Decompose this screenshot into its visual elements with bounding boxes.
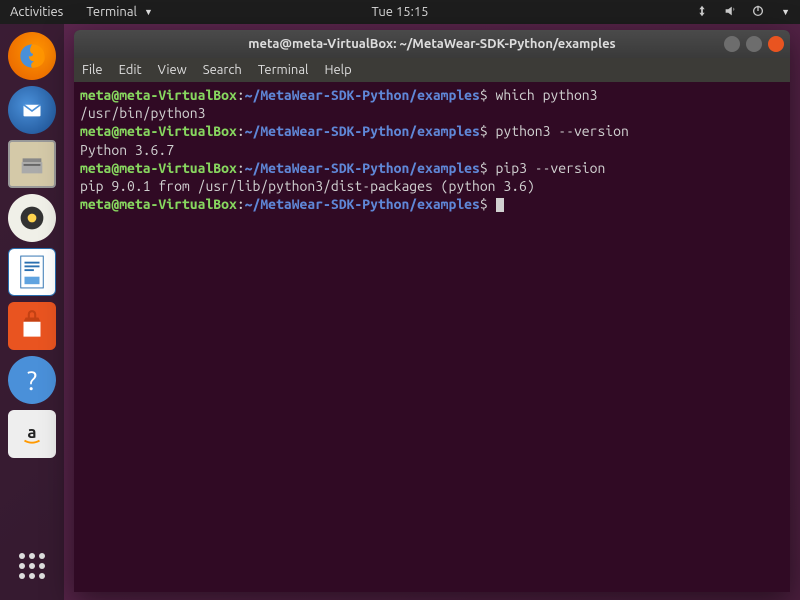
close-button[interactable]: [768, 36, 784, 52]
system-tray: ▼: [695, 4, 790, 21]
cmd-line: [488, 196, 496, 212]
maximize-button[interactable]: [746, 36, 762, 52]
activities-button[interactable]: Activities: [10, 5, 63, 19]
menubar: File Edit View Search Terminal Help: [74, 58, 790, 82]
menu-search[interactable]: Search: [203, 63, 242, 77]
menu-help[interactable]: Help: [324, 63, 351, 77]
dock-files[interactable]: [8, 140, 56, 188]
gnome-top-bar: Activities Terminal ▼ Tue 15:15 ▼: [0, 0, 800, 24]
chevron-down-icon: ▼: [144, 7, 153, 17]
cmd-line: python3 --version: [488, 123, 629, 139]
menu-edit[interactable]: Edit: [119, 63, 142, 77]
cursor: [496, 198, 504, 212]
output-line: /usr/bin/python3: [80, 105, 205, 121]
terminal-window: meta@meta-VirtualBox: ~/MetaWear-SDK-Pyt…: [74, 30, 790, 592]
output-line: pip 9.0.1 from /usr/lib/python3/dist-pac…: [80, 178, 535, 194]
menu-file[interactable]: File: [82, 63, 103, 77]
prompt-user: meta@meta-VirtualBox: [80, 87, 237, 103]
dock-thunderbird[interactable]: [8, 86, 56, 134]
chevron-down-icon[interactable]: ▼: [781, 7, 790, 17]
dock-rhythmbox[interactable]: [8, 194, 56, 242]
output-line: Python 3.6.7: [80, 142, 174, 158]
titlebar[interactable]: meta@meta-VirtualBox: ~/MetaWear-SDK-Pyt…: [74, 30, 790, 58]
dock-help[interactable]: ?: [8, 356, 56, 404]
terminal-body[interactable]: meta@meta-VirtualBox:~/MetaWear-SDK-Pyth…: [74, 82, 790, 592]
dock: ? a: [0, 24, 64, 600]
clock[interactable]: Tue 15:15: [372, 5, 429, 19]
dock-amazon[interactable]: a: [8, 410, 56, 458]
menu-view[interactable]: View: [158, 63, 187, 77]
minimize-button[interactable]: [724, 36, 740, 52]
dock-writer[interactable]: [8, 248, 56, 296]
volume-icon[interactable]: [723, 4, 737, 21]
cmd-line: which python3: [488, 87, 598, 103]
power-icon[interactable]: [751, 4, 765, 21]
svg-text:a: a: [27, 423, 36, 442]
window-title: meta@meta-VirtualBox: ~/MetaWear-SDK-Pyt…: [248, 37, 615, 51]
network-icon[interactable]: [695, 4, 709, 21]
prompt-path: ~/MetaWear-SDK-Python/examples: [245, 87, 480, 103]
dock-firefox[interactable]: [8, 32, 56, 80]
dock-show-apps[interactable]: [8, 542, 56, 590]
dock-software[interactable]: [8, 302, 56, 350]
menu-terminal[interactable]: Terminal: [258, 63, 309, 77]
cmd-line: pip3 --version: [488, 160, 606, 176]
app-menu[interactable]: Terminal ▼: [81, 5, 153, 19]
